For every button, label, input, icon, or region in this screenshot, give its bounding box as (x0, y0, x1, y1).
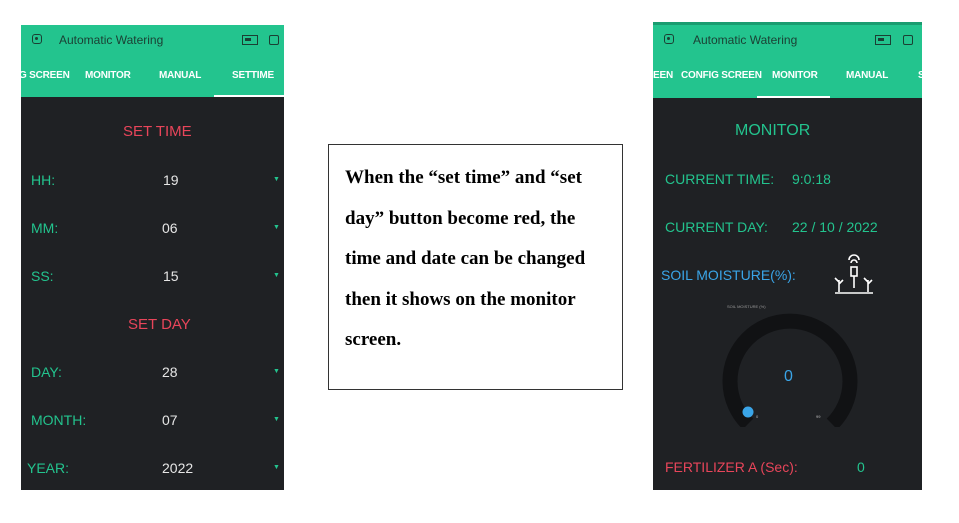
gauge-min-label: 0 (756, 414, 759, 419)
tab-manual[interactable]: MANUAL (846, 70, 888, 81)
monitor-screen: Automatic Watering EEN CONFIG SCREEN MON… (653, 22, 922, 490)
explanation-box: When the “set time” and “set day” button… (328, 144, 623, 390)
dropdown-caret-icon[interactable]: ▼ (273, 272, 280, 279)
device-icon[interactable] (664, 34, 674, 44)
battery-icon[interactable] (875, 35, 891, 45)
mm-label: MM: (31, 220, 59, 236)
dropdown-caret-icon[interactable]: ▼ (273, 464, 280, 471)
settime-screen: Automatic Watering G SCREEN MONITOR MANU… (21, 25, 284, 490)
app-title: Automatic Watering (693, 33, 798, 47)
fertilizer-a-value: 0 (857, 459, 865, 475)
ss-value[interactable]: 15 (163, 268, 179, 284)
hh-label: HH: (31, 172, 56, 188)
gauge-title: SOIL MOISTURE (%) (727, 304, 766, 309)
year-value[interactable]: 2022 (162, 460, 193, 476)
app-title: Automatic Watering (59, 33, 164, 47)
dropdown-caret-icon[interactable]: ▼ (273, 224, 280, 231)
current-time-label: CURRENT TIME: (665, 171, 775, 187)
device-icon[interactable] (32, 34, 42, 44)
plant-sensor-icon (834, 254, 873, 294)
ss-label: SS: (31, 268, 54, 284)
square-icon[interactable] (903, 35, 913, 45)
monitor-header: MONITOR (735, 122, 811, 139)
tab-screen-partial[interactable]: EEN (653, 70, 673, 81)
tab-config-screen[interactable]: CONFIG SCREEN (681, 70, 762, 81)
dropdown-caret-icon[interactable]: ▼ (273, 416, 280, 423)
tab-bar: EEN CONFIG SCREEN MONITOR MANUAL S (653, 57, 922, 98)
explanation-text: When the “set time” and “set day” button… (345, 167, 586, 350)
year-label: YEAR: (27, 460, 70, 476)
active-tab-indicator (214, 95, 284, 97)
month-label: MONTH: (31, 412, 87, 428)
tab-manual[interactable]: MANUAL (159, 70, 201, 81)
soil-moisture-label: SOIL MOISTURE(%): (661, 267, 796, 283)
day-value[interactable]: 28 (162, 364, 178, 380)
app-titlebar: Automatic Watering (653, 25, 922, 57)
current-day-label: CURRENT DAY: (665, 219, 768, 235)
current-time-value: 9:0:18 (792, 171, 831, 187)
tab-settime-partial[interactable]: S (918, 70, 922, 81)
set-day-button[interactable]: SET DAY (128, 316, 191, 333)
tab-monitor[interactable]: MONITOR (85, 70, 131, 81)
tab-bar: G SCREEN MONITOR MANUAL SETTIME (21, 57, 284, 97)
app-titlebar: Automatic Watering (21, 25, 284, 57)
dropdown-caret-icon[interactable]: ▼ (273, 368, 280, 375)
tab-monitor[interactable]: MONITOR (772, 70, 818, 81)
battery-icon[interactable] (242, 35, 258, 45)
gauge-value: 0 (784, 368, 793, 385)
square-icon[interactable] (269, 35, 279, 45)
tab-config-screen[interactable]: G SCREEN (21, 70, 70, 81)
active-tab-indicator (757, 96, 830, 98)
dropdown-caret-icon[interactable]: ▼ (273, 176, 280, 183)
gauge-indicator (742, 406, 754, 418)
set-time-button[interactable]: SET TIME (123, 123, 192, 140)
fertilizer-a-label: FERTILIZER A (Sec): (665, 459, 798, 475)
hh-value[interactable]: 19 (163, 172, 179, 188)
mm-value[interactable]: 06 (162, 220, 178, 236)
day-label: DAY: (31, 364, 62, 380)
tab-settime[interactable]: SETTIME (232, 70, 274, 81)
month-value[interactable]: 07 (162, 412, 178, 428)
current-day-value: 22 / 10 / 2022 (792, 219, 878, 235)
gauge-max-label: 99 (816, 414, 821, 419)
